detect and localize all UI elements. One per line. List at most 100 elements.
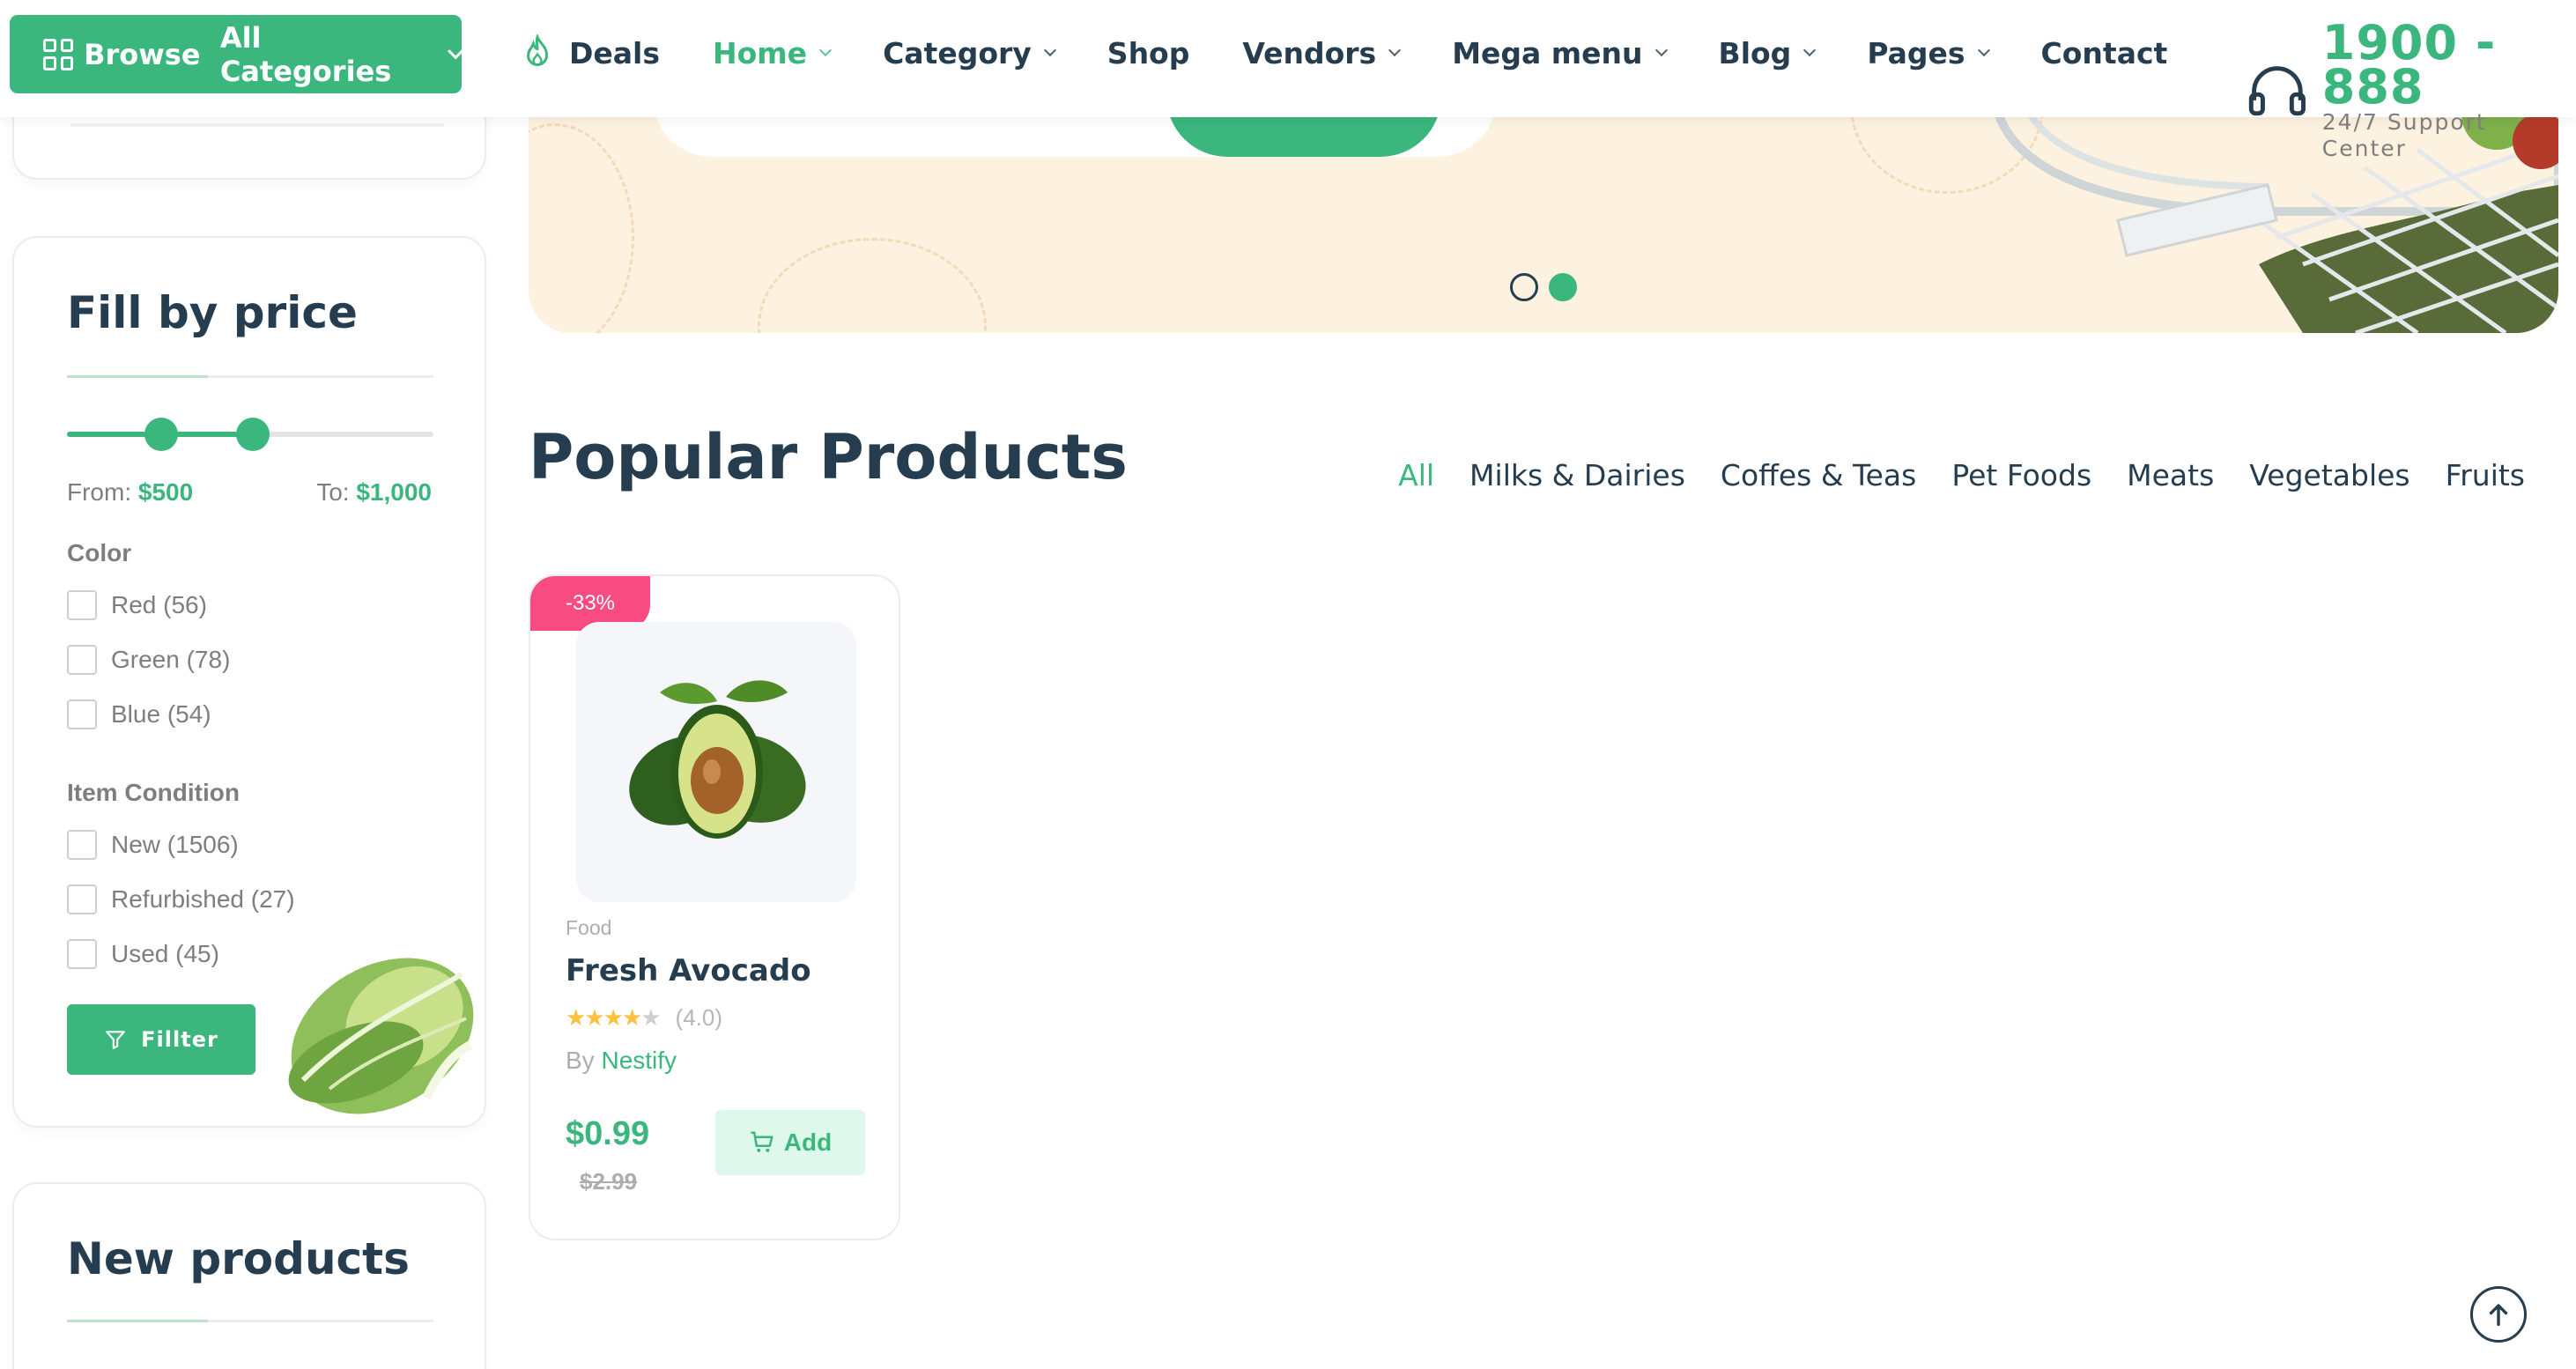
chevron-down-icon <box>1388 43 1402 57</box>
new-products-title: New products <box>67 1233 410 1284</box>
nav-item-shop[interactable]: Shop <box>1107 36 1190 70</box>
scroll-to-top-button[interactable] <box>2470 1286 2527 1343</box>
tab-fruits[interactable]: Fruits <box>2446 458 2525 492</box>
headset-icon <box>2248 66 2306 116</box>
slider-handle-max[interactable] <box>236 418 270 451</box>
checkbox[interactable] <box>67 645 97 675</box>
nav-item-mega-menu[interactable]: Mega menu <box>1452 35 1668 70</box>
chevron-down-icon <box>1803 43 1817 57</box>
filter-label: Fillter <box>141 1027 218 1052</box>
product-old-price: $2.99 <box>580 1168 638 1195</box>
chevron-down-icon <box>1654 43 1668 57</box>
cart-icon <box>751 1131 774 1152</box>
title-divider <box>67 1320 433 1322</box>
product-category: Food <box>566 916 612 939</box>
price-filter-widget: Fill by price From: $500 To: $1,000 Colo… <box>12 236 486 1128</box>
option-label: New (1506) <box>111 831 239 858</box>
nav-label-mega-menu: Mega menu <box>1452 35 1643 70</box>
main-nav: Deals Home Category Shop Vendors Mega me… <box>522 0 2220 106</box>
fire-icon <box>526 34 549 66</box>
price-filter-title: Fill by price <box>67 287 358 338</box>
product-rating: ★★★★★ (4.0) <box>566 1004 722 1032</box>
color-group-title: Color <box>67 539 132 566</box>
browse-label: Browse <box>84 37 201 71</box>
price-to: To: $1,000 <box>316 478 432 507</box>
vendor-link[interactable]: Nestify <box>601 1047 677 1074</box>
option-label: Green (78) <box>111 646 231 673</box>
color-option-red[interactable]: Red (56) <box>67 590 207 620</box>
price-range-slider[interactable] <box>67 418 433 451</box>
filter-button[interactable]: Fillter <box>67 1004 255 1075</box>
condition-option-refurbished[interactable]: Refurbished (27) <box>67 884 295 914</box>
support-label: 24/7 Support Center <box>2321 109 2487 161</box>
checkbox[interactable] <box>67 830 97 860</box>
banner-decoration <box>529 123 634 333</box>
color-option-blue[interactable]: Blue (54) <box>67 699 211 729</box>
filter-icon <box>106 1031 125 1049</box>
color-option-green[interactable]: Green (78) <box>67 645 230 675</box>
add-to-cart-button[interactable]: Add <box>715 1110 865 1175</box>
banner-decoration <box>758 238 987 333</box>
nav-label-home: Home <box>713 35 808 70</box>
nav-label-contact: Contact <box>2040 35 2168 70</box>
grid-icon <box>43 38 74 70</box>
condition-group-title: Item Condition <box>67 779 240 806</box>
nav-item-blog[interactable]: Blog <box>1718 35 1817 70</box>
product-image[interactable] <box>576 622 856 902</box>
star-rating-icon: ★★★★★ <box>566 1004 662 1032</box>
chevron-down-icon <box>1043 43 1056 57</box>
checkbox[interactable] <box>67 939 97 969</box>
tab-coffes-teas[interactable]: Coffes & Teas <box>1721 458 1916 492</box>
avocado-image <box>629 680 806 839</box>
condition-option-new[interactable]: New (1506) <box>67 830 239 860</box>
option-label: Refurbished (27) <box>111 885 295 913</box>
chevron-down-icon <box>818 43 833 57</box>
price-from-label: From: <box>67 478 132 506</box>
option-label: Used (45) <box>111 940 219 967</box>
tab-vegetables[interactable]: Vegetables <box>2249 458 2409 492</box>
nav-item-category[interactable]: Category <box>883 35 1056 70</box>
option-label: Red (56) <box>111 591 207 618</box>
chevron-down-icon <box>1977 43 1990 57</box>
popular-products-title: Popular Products <box>529 421 1128 493</box>
nav-item-contact[interactable]: Contact <box>2041 36 2168 70</box>
tab-all[interactable]: All <box>1398 458 1434 492</box>
support-center[interactable]: 1900 - 888 24/7 Support Center <box>2248 15 2576 162</box>
support-number: 1900 - 888 <box>2321 15 2497 115</box>
browse-categories-button[interactable]: Browse All Categories <box>10 15 464 93</box>
product-name[interactable]: Fresh Avocado <box>566 953 811 988</box>
chevron-down-icon <box>447 41 464 60</box>
checkbox[interactable] <box>67 884 97 914</box>
new-products-widget: New products <box>12 1182 486 1369</box>
rating-text: (4.0) <box>675 1004 723 1031</box>
cabbage-image <box>288 958 474 1114</box>
tab-meats[interactable]: Meats <box>2127 458 2214 492</box>
product-card[interactable]: -33% Food Fresh Avocado ★★★★★ (4.0) By N… <box>529 574 900 1240</box>
site-header: Browse All Categories Deals Home Categor… <box>0 0 2576 161</box>
checkbox[interactable] <box>67 590 97 620</box>
nav-label-deals: Deals <box>569 35 660 70</box>
slider-dot-2[interactable] <box>1549 273 1577 301</box>
nav-item-pages[interactable]: Pages <box>1867 35 1990 70</box>
price-to-value: $1,000 <box>356 478 432 506</box>
divider <box>70 123 444 127</box>
title-divider <box>67 375 433 378</box>
nav-label-blog: Blog <box>1718 35 1792 70</box>
slider-handle-min[interactable] <box>144 418 178 451</box>
tab-pet-foods[interactable]: Pet Foods <box>1951 458 2091 492</box>
nav-label-vendors: Vendors <box>1242 35 1377 70</box>
option-label: Blue (54) <box>111 700 211 728</box>
slider-dot-1[interactable] <box>1510 273 1538 301</box>
nav-label-pages: Pages <box>1867 35 1965 70</box>
nav-item-vendors[interactable]: Vendors <box>1242 35 1402 70</box>
checkbox[interactable] <box>67 699 97 729</box>
nav-label-category: Category <box>883 35 1032 70</box>
nav-item-home[interactable]: Home <box>713 35 833 70</box>
price-to-label: To: <box>316 478 350 506</box>
nav-item-deals[interactable]: Deals <box>522 34 660 71</box>
add-label: Add <box>783 1128 833 1156</box>
condition-option-used[interactable]: Used (45) <box>67 939 219 969</box>
price-from: From: $500 <box>67 478 193 507</box>
tab-milks-dairies[interactable]: Milks & Dairies <box>1469 458 1685 492</box>
browse-label-2: All Categories <box>219 20 392 88</box>
